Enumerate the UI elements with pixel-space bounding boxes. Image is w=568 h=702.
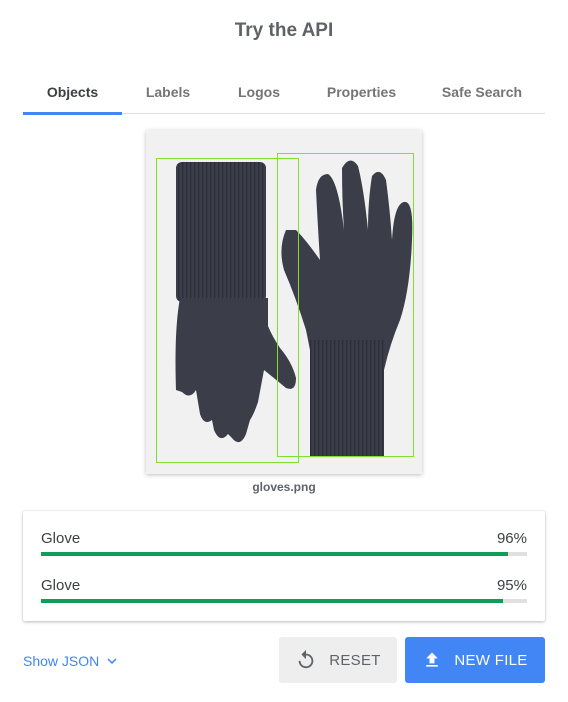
show-json-label: Show JSON — [23, 653, 100, 669]
tab-properties[interactable]: Properties — [304, 70, 419, 114]
tab-safe-search[interactable]: Safe Search — [419, 70, 545, 114]
uploaded-image — [146, 130, 422, 474]
result-tabs: Objects Labels Logos Properties Safe Sea… — [23, 70, 545, 115]
result-score: 95% — [496, 577, 527, 594]
upload-icon — [426, 652, 439, 667]
new-file-button[interactable]: NEW FILE — [405, 637, 545, 683]
result-label: Glove — [41, 530, 81, 547]
new-file-label: NEW FILE — [454, 651, 528, 669]
reset-button[interactable]: RESET — [279, 637, 397, 683]
tab-labels[interactable]: Labels — [122, 70, 214, 114]
result-row: Glove 95% — [41, 577, 527, 617]
score-bar-fill — [41, 599, 503, 603]
bounding-box-glove-2 — [277, 153, 414, 457]
results-card: Glove 96% Glove 95% — [23, 511, 545, 621]
tab-logos[interactable]: Logos — [214, 70, 304, 114]
reset-label: RESET — [329, 651, 381, 669]
score-bar — [41, 599, 527, 603]
result-label: Glove — [41, 577, 81, 594]
page-title: Try the API — [234, 20, 334, 41]
show-json-toggle[interactable]: Show JSON — [23, 652, 121, 670]
refresh-icon — [298, 649, 314, 669]
chevron-down-icon — [107, 658, 117, 664]
tab-objects[interactable]: Objects — [23, 70, 122, 115]
result-score: 96% — [496, 530, 527, 547]
result-row: Glove 96% — [41, 530, 527, 570]
score-bar-fill — [41, 552, 508, 556]
score-bar — [41, 552, 527, 556]
image-filename: gloves.png — [252, 480, 316, 494]
